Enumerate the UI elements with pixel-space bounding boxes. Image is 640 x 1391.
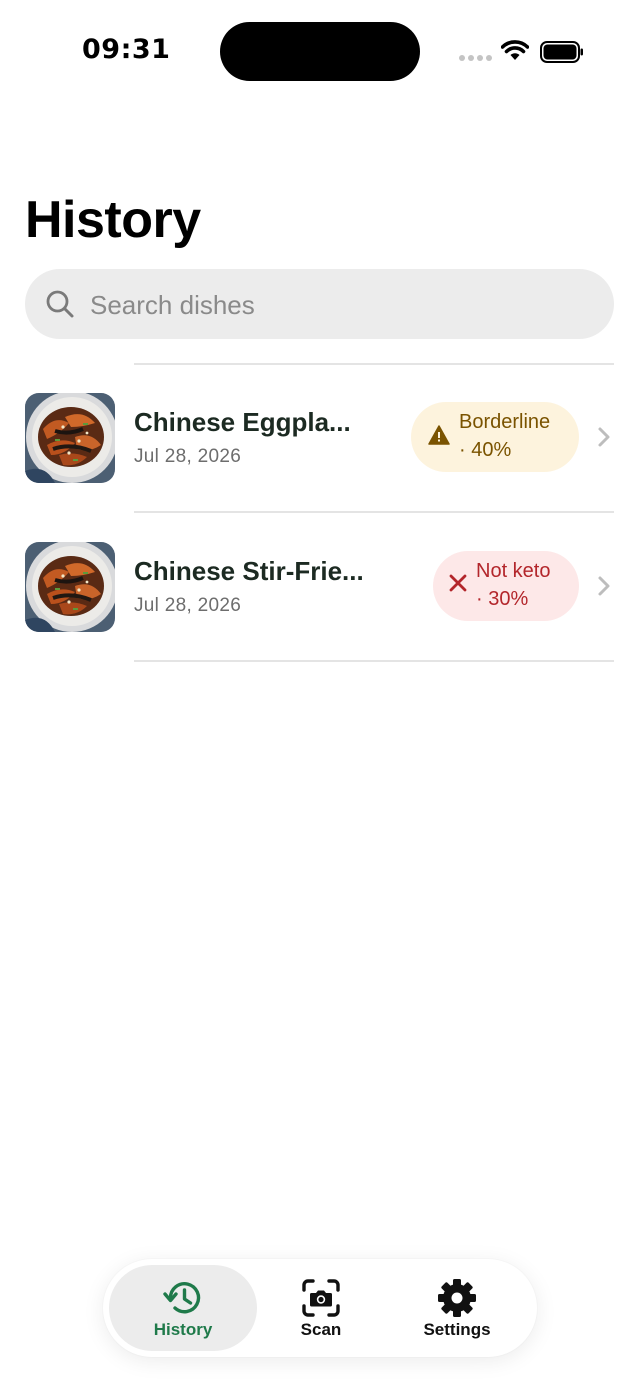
status-badge-not-keto: Not keto · 30% <box>433 551 579 621</box>
chevron-right-icon <box>598 576 610 596</box>
warning-icon <box>428 425 450 445</box>
dish-thumbnail <box>25 542 115 632</box>
gear-icon <box>438 1279 476 1317</box>
search-icon <box>46 290 74 318</box>
dish-name: Chinese Eggpla... <box>134 407 351 437</box>
status-label: Borderline <box>459 411 551 433</box>
history-row-eggplant[interactable]: Chinese Eggpla... Jul 28, 2026 Borderlin… <box>0 364 640 510</box>
tab-label: Settings <box>423 1320 491 1339</box>
keto-score: · 30% <box>476 588 529 610</box>
dynamic-island <box>220 22 420 81</box>
cellular-signal-icon <box>459 55 492 61</box>
chevron-right-icon <box>598 427 610 447</box>
search-bar[interactable] <box>25 269 614 339</box>
history-row-stir-fried[interactable]: Chinese Stir-Frie... Jul 28, 2026 Not ke… <box>0 513 640 659</box>
dish-name: Chinese Stir-Frie... <box>134 556 364 586</box>
history-icon <box>163 1282 201 1314</box>
keto-score: · 40% <box>459 439 512 461</box>
battery-icon <box>540 41 583 63</box>
tab-scan[interactable]: Scan <box>247 1265 395 1351</box>
search-input[interactable] <box>88 281 592 329</box>
list-divider <box>134 660 614 662</box>
camera-scan-icon <box>302 1279 340 1317</box>
dish-date: Jul 28, 2026 <box>134 446 242 467</box>
tab-label: History <box>153 1320 213 1339</box>
page-title: History <box>25 191 201 249</box>
tab-settings[interactable]: Settings <box>383 1265 531 1351</box>
tab-bar: History Scan Settings <box>103 1259 537 1357</box>
status-badge-borderline: Borderline · 40% <box>411 402 579 472</box>
close-icon <box>449 574 467 592</box>
wifi-icon <box>501 40 529 60</box>
tab-label: Scan <box>300 1320 342 1339</box>
tab-history[interactable]: History <box>109 1265 257 1351</box>
status-time: 09:31 <box>82 34 171 65</box>
dish-thumbnail <box>25 393 115 483</box>
status-label: Not keto <box>476 560 551 582</box>
dish-date: Jul 28, 2026 <box>134 595 242 616</box>
